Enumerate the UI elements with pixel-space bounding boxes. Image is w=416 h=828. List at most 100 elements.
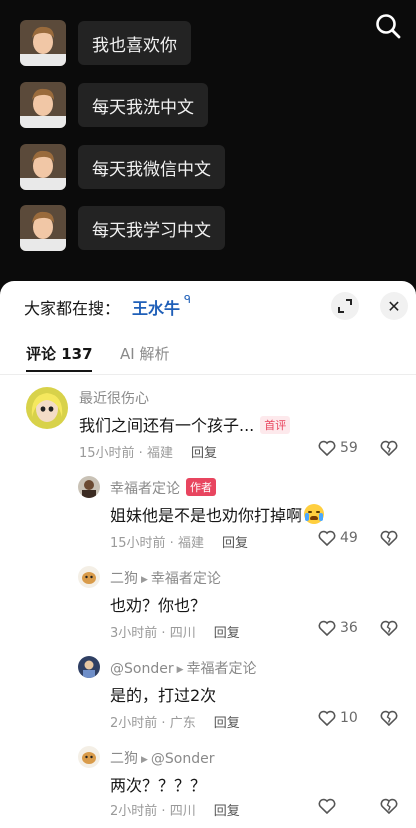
meta-separator: · [165,536,178,551]
comment-text: 是的，打过2次 [110,682,216,706]
comment-time: 3小时前 [110,626,158,641]
comment-username[interactable]: 最近很伤心 [79,388,149,408]
tab-comments[interactable]: 评论 137 [26,343,93,364]
reply-button[interactable]: 回复 [214,804,240,819]
avatar[interactable] [78,476,100,498]
broken-heart-icon [380,440,398,457]
comment-username-row: 二狗 ▶ 幸福者定论 [110,568,221,588]
avatar[interactable] [78,746,100,768]
comment-body: 是的，打过2次 [110,686,217,705]
reply-button[interactable]: 回复 [214,626,240,641]
like-count: 10 [340,710,358,726]
expand-button[interactable] [331,292,359,320]
comment-text: 两次？？？？ [110,772,206,796]
reply-to-username[interactable]: 幸福者定论 [151,571,221,587]
broken-heart-icon [380,798,398,815]
comment-location: 四川 [169,804,196,819]
avatar[interactable] [26,387,68,429]
comment-time: 15小时前 [110,536,166,551]
reply-button[interactable]: 回复 [191,446,217,461]
close-button[interactable]: ✕ [380,292,408,320]
tab-bar: 评论 137 AI 解析 [0,337,416,373]
like-button[interactable]: 36 [318,620,358,636]
chat-background: 我也喜欢你 每天我洗中文 每天我微信中文 每天我学习中文 [0,0,416,290]
chat-message: 每天我微信中文 [20,144,225,190]
tab-active-indicator [26,370,92,372]
avatar[interactable] [78,566,100,588]
comment-location: 广东 [169,716,196,731]
heart-icon [318,620,336,636]
comment-location: 四川 [169,626,196,641]
trending-search-term[interactable]: 王水牛 [132,295,180,319]
like-button[interactable] [318,798,340,814]
comment-time: 2小时前 [110,716,158,731]
comment-location: 福建 [146,446,173,461]
broken-heart-icon [380,710,398,727]
chat-message: 每天我学习中文 [20,205,225,251]
heart-icon [318,530,336,546]
comment-text: 姐妹他是不是也劝你打掉啊 [110,502,325,526]
reply-to-username[interactable]: 幸福者定论 [187,661,257,677]
search-icon[interactable] [374,12,402,40]
like-button[interactable]: 10 [318,710,358,726]
reply-arrow-icon: ▶ [176,665,184,675]
comment-meta: 2小时前 · 广东 回复 [110,712,240,731]
broken-heart-icon [380,620,398,637]
dislike-button[interactable] [380,798,398,818]
reply-button[interactable]: 回复 [222,536,248,551]
dislike-button[interactable] [380,710,398,730]
comment-username-row: 幸福者定论 作者 [110,478,216,498]
comment-username[interactable]: 二狗 [110,571,138,587]
comment-meta: 2小时前 · 四川 回复 [110,800,240,819]
comment-body: 我们之间还有一个孩子... [79,416,255,435]
chat-message: 每天我洗中文 [20,82,208,128]
chat-bubble: 每天我洗中文 [78,83,208,127]
expand-icon [338,299,352,313]
comment-sheet: 大家都在搜： 王水牛 ᑫ ✕ 评论 137 AI 解析 最近很伤心 我们之间还有… [0,281,416,828]
reply-button[interactable]: 回复 [214,716,240,731]
like-button[interactable]: 59 [318,440,358,456]
comment-username[interactable]: @Sonder [110,661,174,677]
comment-item: 最近很伤心 我们之间还有一个孩子... 首评 15小时前 · 福建 回复 59 [0,384,416,464]
heart-icon [318,798,336,814]
comment-text: 也劝？你也？ [110,592,206,616]
comment-username[interactable]: 二狗 [110,751,138,767]
dislike-button[interactable] [380,440,398,460]
avatar[interactable] [78,656,100,678]
comment-username-row: @Sonder ▶ 幸福者定论 [110,658,257,678]
broken-heart-icon [380,530,398,547]
comment-meta: 15小时前 · 福建 回复 [110,532,248,551]
like-button[interactable]: 49 [318,530,358,546]
chat-avatar [20,20,66,66]
chat-avatar [20,144,66,190]
comment-time: 15小时前 [79,446,135,461]
reply-to-username[interactable]: @Sonder [151,751,215,767]
chat-avatar [20,82,66,128]
chat-bubble: 我也喜欢你 [78,21,191,65]
chat-avatar [20,205,66,251]
author-badge: 作者 [186,478,216,496]
reply-item: 二狗 ▶ @Sonder 两次？？？？ 2小时前 · 四川 回复 [0,744,416,828]
comment-body: 姐妹他是不是也劝你打掉啊 [110,506,303,525]
close-icon: ✕ [387,296,401,316]
like-count: 36 [340,620,358,636]
tab-ai-analysis[interactable]: AI 解析 [120,343,169,364]
trending-search-label: 大家都在搜： [24,299,121,318]
reply-arrow-icon: ▶ [141,575,148,585]
comment-username-row: 二狗 ▶ @Sonder [110,748,215,768]
heart-icon [318,710,336,726]
reply-item: 二狗 ▶ 幸福者定论 也劝？你也？ 3小时前 · 四川 回复 36 [0,564,416,644]
dislike-button[interactable] [380,620,398,640]
meta-separator: · [134,446,147,461]
meta-separator: · [157,716,170,731]
meta-separator: · [157,804,170,819]
comment-body: 也劝？你也？ [110,596,207,615]
crying-emoji-icon [304,504,325,524]
comment-username[interactable]: 幸福者定论 [110,481,180,497]
chat-bubble: 每天我学习中文 [78,206,225,250]
dislike-button[interactable] [380,530,398,550]
chat-bubble: 每天我微信中文 [78,145,225,189]
first-comment-badge: 首评 [260,416,291,434]
comment-time: 2小时前 [110,804,158,819]
like-count: 49 [340,530,358,546]
